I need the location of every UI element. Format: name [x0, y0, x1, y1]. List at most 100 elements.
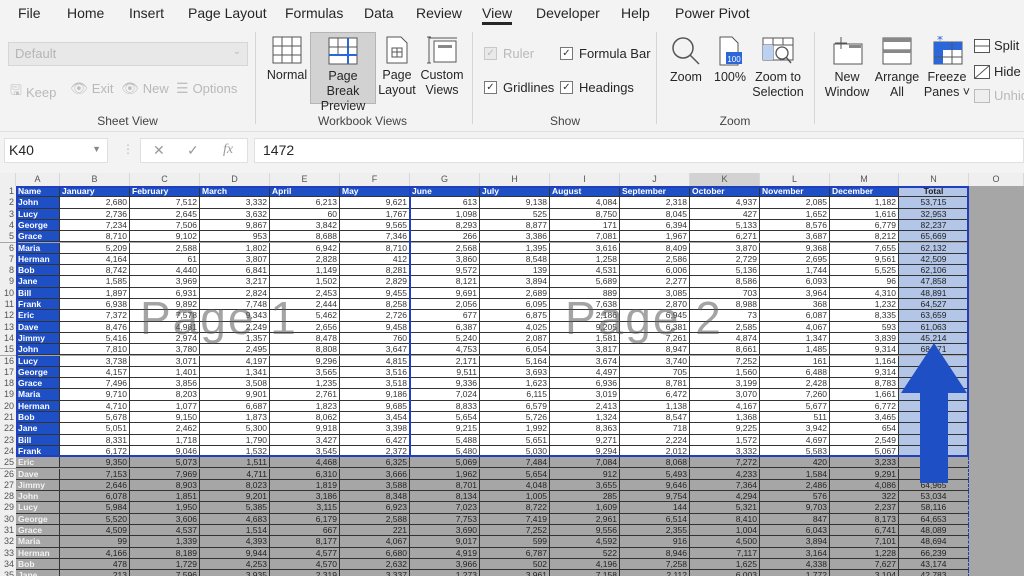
name-cell[interactable]: Herman — [16, 400, 60, 412]
value-cell[interactable]: 4,440 — [130, 265, 200, 277]
normal-view-button[interactable]: Normal — [264, 32, 310, 104]
value-cell[interactable]: 6,923 — [340, 502, 410, 514]
name-cell[interactable]: Maria — [16, 389, 60, 401]
value-cell[interactable]: 3,693 — [480, 366, 550, 379]
value-cell[interactable]: 1,273 — [410, 570, 480, 576]
value-cell[interactable]: 1,802 — [200, 242, 270, 254]
value-cell[interactable]: 4,253 — [200, 558, 270, 571]
value-cell[interactable]: 9,710 — [60, 389, 130, 401]
value-cell[interactable]: 213 — [60, 570, 130, 576]
row-header[interactable]: 17 — [0, 366, 16, 379]
name-cell[interactable]: John — [16, 344, 60, 356]
value-cell[interactable]: 8,331 — [60, 434, 130, 446]
name-cell[interactable]: Grace — [16, 525, 60, 537]
value-cell[interactable]: 8,701 — [410, 479, 480, 492]
value-cell[interactable]: 1,077 — [130, 400, 200, 412]
tab-developer[interactable]: Developer — [536, 5, 600, 21]
value-cell[interactable]: 8,173 — [830, 513, 899, 525]
name-cell[interactable]: Jane — [16, 276, 60, 288]
value-cell[interactable]: 953 — [200, 231, 270, 243]
value-cell[interactable]: 1,347 — [760, 332, 830, 345]
name-cell[interactable]: Maria — [16, 536, 60, 548]
ruler-checkbox[interactable]: ✓ Ruler — [484, 46, 534, 61]
value-cell[interactable]: 3,942 — [760, 423, 830, 435]
value-cell[interactable]: 9,215 — [410, 423, 480, 435]
total-cell[interactable]: 42,783 — [899, 570, 969, 576]
total-cell[interactable] — [899, 468, 969, 480]
value-cell[interactable]: 3,186 — [270, 491, 340, 503]
header-cell[interactable]: May — [340, 186, 410, 198]
value-cell[interactable]: 6,043 — [760, 525, 830, 537]
value-cell[interactable]: 9,691 — [410, 287, 480, 299]
value-cell[interactable]: 3,632 — [200, 208, 270, 220]
value-cell[interactable]: 3,454 — [340, 412, 410, 424]
value-cell[interactable]: 4,592 — [550, 536, 620, 548]
value-cell[interactable]: 2,249 — [200, 321, 270, 333]
value-cell[interactable]: 420 — [760, 457, 830, 469]
keep-button[interactable]: 🖫 Keep — [10, 80, 56, 104]
value-cell[interactable]: 3,508 — [200, 378, 270, 390]
name-cell[interactable]: Eric — [16, 310, 60, 322]
value-cell[interactable]: 6,213 — [270, 197, 340, 209]
row-header[interactable]: 13 — [0, 321, 16, 333]
total-cell[interactable]: 47,858 — [899, 276, 969, 288]
value-cell[interactable]: 6,579 — [480, 400, 550, 412]
value-cell[interactable]: 8,947 — [620, 344, 690, 356]
value-cell[interactable]: 6,087 — [760, 310, 830, 322]
value-cell[interactable]: 8,808 — [270, 344, 340, 356]
drag-handle-icon[interactable]: ⋮ — [122, 142, 134, 156]
value-cell[interactable]: 2,695 — [760, 253, 830, 266]
cancel-icon[interactable]: ✕ — [153, 142, 165, 159]
value-cell[interactable]: 7,346 — [340, 231, 410, 243]
column-header-m[interactable]: M — [830, 173, 899, 186]
value-cell[interactable]: 4,167 — [690, 400, 760, 412]
value-cell[interactable]: 1,324 — [550, 412, 620, 424]
zoom-100-button[interactable]: 100 100% — [710, 32, 750, 104]
header-cell[interactable]: November — [760, 186, 830, 198]
value-cell[interactable]: 8,576 — [760, 219, 830, 232]
value-cell[interactable]: 4,048 — [480, 479, 550, 492]
value-cell[interactable]: 3,738 — [60, 355, 130, 367]
total-cell[interactable] — [899, 400, 969, 412]
value-cell[interactable]: 4,393 — [200, 536, 270, 548]
value-cell[interactable]: 6,179 — [270, 513, 340, 525]
value-cell[interactable]: 4,086 — [830, 479, 899, 492]
row-header[interactable]: 21 — [0, 412, 16, 424]
value-cell[interactable]: 9,102 — [130, 231, 200, 243]
value-cell[interactable]: 1,729 — [130, 558, 200, 571]
value-cell[interactable]: 9,892 — [130, 299, 200, 311]
total-cell[interactable]: 64,653 — [899, 513, 969, 525]
split-button[interactable]: Split — [974, 38, 1019, 53]
value-cell[interactable]: 8,877 — [480, 219, 550, 232]
total-cell[interactable]: 62,106 — [899, 265, 969, 277]
value-cell[interactable]: 8,348 — [340, 491, 410, 503]
total-cell[interactable]: 61,063 — [899, 321, 969, 333]
value-cell[interactable]: 2,486 — [760, 479, 830, 492]
row-header[interactable]: 7 — [0, 253, 16, 266]
header-cell[interactable]: December — [830, 186, 899, 198]
value-cell[interactable]: 2,277 — [620, 276, 690, 288]
row-header[interactable]: 18 — [0, 378, 16, 390]
row-header[interactable]: 32 — [0, 536, 16, 548]
value-cell[interactable]: 1,616 — [830, 208, 899, 220]
value-cell[interactable]: 3,964 — [760, 287, 830, 299]
value-cell[interactable]: 2,318 — [620, 197, 690, 209]
header-cell[interactable]: July — [480, 186, 550, 198]
value-cell[interactable]: 5,133 — [690, 219, 760, 232]
value-cell[interactable]: 8,476 — [60, 321, 130, 333]
name-cell[interactable]: Maria — [16, 242, 60, 254]
new-window-button[interactable]: New Window — [822, 32, 872, 104]
value-cell[interactable]: 6,115 — [480, 389, 550, 401]
value-cell[interactable]: 1,851 — [130, 491, 200, 503]
total-cell[interactable]: 53,715 — [899, 197, 969, 209]
value-cell[interactable]: 2,829 — [340, 276, 410, 288]
name-box[interactable]: K40 ▼ — [4, 138, 108, 163]
value-cell[interactable]: 3,839 — [830, 332, 899, 345]
column-header-i[interactable]: I — [550, 173, 620, 186]
total-cell[interactable]: 63,659 — [899, 310, 969, 322]
row-header[interactable]: 1 — [0, 186, 16, 198]
name-cell[interactable]: Jimmy — [16, 479, 60, 492]
value-cell[interactable]: 8,068 — [620, 457, 690, 469]
value-cell[interactable]: 3,085 — [620, 287, 690, 299]
formula-bar-checkbox[interactable]: ✓ Formula Bar — [560, 46, 651, 61]
